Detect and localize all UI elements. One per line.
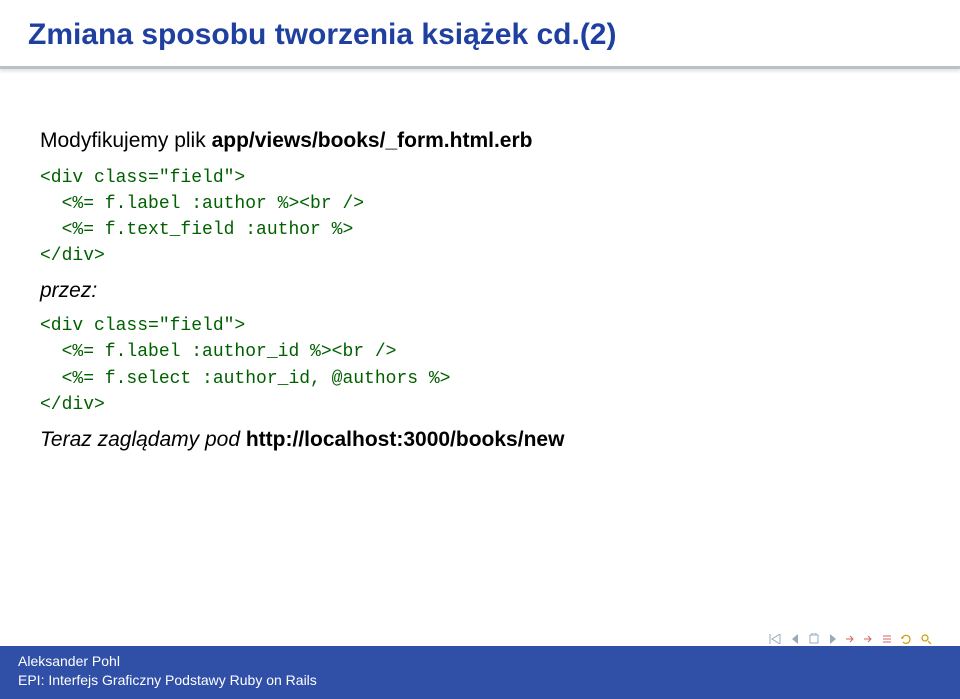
code-line: </div> (40, 395, 105, 415)
intro-path: app/views/books/_form.html.erb (212, 129, 533, 152)
nav-first-icon[interactable] (768, 634, 782, 644)
footer-title: EPI: Interfejs Graficzny Podstawy Ruby o… (18, 671, 942, 691)
content-area: Modyfikujemy plik app/views/books/_form.… (0, 69, 960, 452)
footer-author: Aleksander Pohl (18, 652, 942, 672)
nav-section-prev-icon[interactable] (846, 634, 856, 644)
nav-up-icon[interactable] (808, 633, 820, 645)
nav-search-icon[interactable] (920, 633, 932, 645)
code-line: <div class="field"> (40, 168, 245, 188)
code-block-2: <div class="field"> <%= f.label :author_… (40, 313, 920, 417)
slide-title: Zmiana sposobu tworzenia książek cd.(2) (28, 18, 932, 52)
przez-label: przez: (40, 279, 920, 303)
outro-prefix: Teraz zaglądamy pod (40, 428, 246, 451)
nav-bars-icon[interactable] (882, 634, 892, 644)
nav-section-next-icon[interactable] (864, 634, 874, 644)
intro-text: Modyfikujemy plik app/views/books/_form.… (40, 129, 920, 153)
nav-next-icon[interactable] (828, 634, 838, 644)
code-line: <%= f.select :author_id, @authors %> (40, 369, 450, 389)
outro-url: http://localhost:3000/books/new (246, 428, 565, 451)
code-line: </div> (40, 246, 105, 266)
nav-icons (768, 633, 932, 645)
code-line: <div class="field"> (40, 316, 245, 336)
slide: Zmiana sposobu tworzenia książek cd.(2) … (0, 0, 960, 699)
footer-band: Aleksander Pohl EPI: Interfejs Graficzny… (0, 646, 960, 699)
code-line: <%= f.label :author %><br /> (40, 194, 364, 214)
code-line: <%= f.label :author_id %><br /> (40, 342, 396, 362)
outro-text: Teraz zaglądamy pod http://localhost:300… (40, 428, 920, 452)
nav-undo-icon[interactable] (900, 633, 912, 645)
nav-prev-icon[interactable] (790, 634, 800, 644)
intro-prefix: Modyfikujemy plik (40, 129, 212, 152)
footer: Aleksander Pohl EPI: Interfejs Graficzny… (0, 646, 960, 699)
title-bar: Zmiana sposobu tworzenia książek cd.(2) (0, 0, 960, 60)
code-block-1: <div class="field"> <%= f.label :author … (40, 165, 920, 269)
code-line: <%= f.text_field :author %> (40, 220, 353, 240)
